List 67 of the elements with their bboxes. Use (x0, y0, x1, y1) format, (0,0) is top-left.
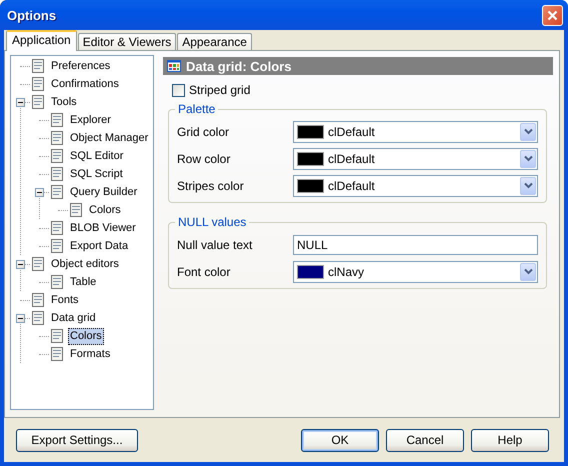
field-label: Grid color (177, 124, 230, 138)
tab[interactable]: Application (6, 30, 77, 51)
tree-item[interactable]: BLOB Viewer (68, 220, 138, 236)
field-label: Font color (177, 264, 232, 278)
document-icon (30, 76, 46, 92)
color-dropdown[interactable]: clDefault (293, 120, 538, 142)
document-icon (49, 274, 65, 290)
group-title: Palette (175, 102, 218, 116)
color-dropdown[interactable]: clDefault (293, 148, 538, 170)
collapse-icon[interactable] (35, 188, 44, 197)
collapse-icon[interactable] (16, 314, 25, 323)
color-dropdown[interactable]: clDefault (293, 174, 538, 196)
tree-item[interactable]: Export Data (68, 238, 130, 254)
document-icon (49, 220, 65, 236)
window-title: Options (7, 8, 56, 22)
document-icon (30, 94, 46, 110)
document-icon (49, 346, 65, 362)
checkbox[interactable] (172, 84, 185, 96)
document-icon (30, 310, 46, 326)
tree-item[interactable]: Colors (87, 202, 123, 218)
tab[interactable]: Editor & Viewers (78, 33, 176, 50)
tree-item[interactable]: Data grid (49, 310, 98, 326)
checkbox-label[interactable]: Striped grid (189, 83, 250, 97)
tree-item[interactable]: Table (68, 274, 98, 290)
document-icon (30, 58, 46, 74)
document-icon (49, 148, 65, 164)
document-icon (30, 256, 46, 272)
tree-item[interactable]: Formats (68, 346, 112, 362)
document-icon (49, 112, 65, 128)
document-icon (49, 238, 65, 254)
dialog-button[interactable]: Cancel (386, 428, 464, 452)
tree-item[interactable]: Object Manager (68, 130, 150, 146)
tree-item[interactable]: Preferences (49, 58, 112, 74)
dropdown-value: clNavy (328, 264, 366, 278)
dialog-button[interactable]: Export Settings... (16, 428, 138, 452)
section-title: Data grid: Colors (186, 58, 292, 74)
tab[interactable]: Appearance (177, 33, 252, 50)
document-icon (49, 130, 65, 146)
tree-item[interactable]: SQL Editor (68, 148, 126, 164)
tree-item[interactable]: Confirmations (49, 76, 121, 92)
document-icon (49, 184, 65, 200)
tree-item[interactable]: Colors (68, 328, 104, 344)
collapse-icon[interactable] (16, 260, 25, 269)
tree-item[interactable]: Object editors (49, 256, 121, 272)
document-icon (68, 202, 84, 218)
collapse-icon[interactable] (16, 98, 25, 107)
tree-item[interactable]: Tools (49, 94, 79, 110)
dropdown-value: clDefault (328, 152, 376, 166)
dropdown-value: clDefault (328, 178, 376, 192)
dialog-button[interactable]: OK (301, 428, 379, 452)
document-icon (49, 166, 65, 182)
tree-item[interactable]: Fonts (49, 292, 81, 308)
close-icon[interactable] (542, 4, 563, 26)
document-icon (49, 328, 65, 344)
input-field[interactable]: NULL (293, 234, 538, 254)
dialog-button[interactable]: Help (471, 428, 549, 452)
document-icon (30, 292, 46, 308)
tree-item[interactable]: Explorer (68, 112, 113, 128)
color-dropdown[interactable]: clNavy (293, 260, 538, 282)
dropdown-value: clDefault (328, 124, 376, 138)
field-label: Stripes color (177, 178, 245, 192)
tree-item[interactable]: SQL Script (68, 166, 125, 182)
field-label: Row color (177, 152, 232, 166)
group-title: NULL values (175, 215, 250, 229)
field-label: Null value text (177, 238, 254, 252)
tree-item[interactable]: Query Builder (68, 184, 140, 200)
grid-icon (167, 60, 181, 72)
